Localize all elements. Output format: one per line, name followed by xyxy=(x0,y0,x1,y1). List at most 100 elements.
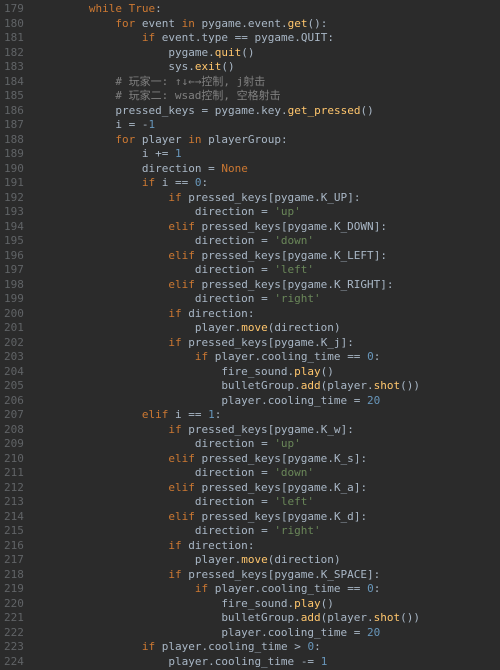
code-line[interactable]: fire_sound.play() xyxy=(36,365,420,380)
identifier: player xyxy=(195,321,235,334)
code-line[interactable]: elif pressed_keys[pygame.K_s]: xyxy=(36,452,420,467)
string-literal: 'left' xyxy=(274,495,314,508)
code-line[interactable]: direction = 'up' xyxy=(36,205,420,220)
identifier: pressed_keys xyxy=(115,104,194,117)
code-line[interactable]: if player.cooling_time == 0: xyxy=(36,350,420,365)
code-line[interactable]: direction = 'up' xyxy=(36,437,420,452)
code-line[interactable]: if player.cooling_time > 0: xyxy=(36,640,420,655)
number-literal: 20 xyxy=(367,394,380,407)
code-line[interactable]: bulletGroup.add(player.shot()) xyxy=(36,379,420,394)
code-line[interactable]: elif pressed_keys[pygame.K_d]: xyxy=(36,510,420,525)
code-line[interactable]: fire_sound.play() xyxy=(36,597,420,612)
line-number: 195 xyxy=(4,234,24,249)
identifier: event xyxy=(162,31,195,44)
operator: . xyxy=(241,17,248,30)
code-line[interactable]: direction = 'down' xyxy=(36,466,420,481)
code-line[interactable]: elif pressed_keys[pygame.K_RIGHT]: xyxy=(36,278,420,293)
number-literal: 1 xyxy=(148,118,155,131)
code-line[interactable]: player.cooling_time -= 1 xyxy=(36,655,420,670)
identifier: fire_sound xyxy=(221,365,287,378)
operator: : xyxy=(248,539,255,552)
code-line[interactable]: player.cooling_time = 20 xyxy=(36,394,420,409)
line-number: 213 xyxy=(4,495,24,510)
code-line[interactable]: elif pressed_keys[pygame.K_a]: xyxy=(36,481,420,496)
line-number: 192 xyxy=(4,191,24,206)
code-line[interactable]: # 玩家二: wsad控制, 空格射击 xyxy=(36,89,420,104)
code-line[interactable]: pressed_keys = pygame.key.get_pressed() xyxy=(36,104,420,119)
code-line[interactable]: sys.exit() xyxy=(36,60,420,75)
code-line[interactable]: if player.cooling_time == 0: xyxy=(36,582,420,597)
identifier: K_RIGHT xyxy=(334,278,380,291)
identifier: event xyxy=(142,17,175,30)
line-number: 205 xyxy=(4,379,24,394)
code-line[interactable]: # 玩家一: ↑↓←→控制, j射击 xyxy=(36,75,420,90)
code-line[interactable]: direction = 'right' xyxy=(36,524,420,539)
code-line[interactable]: player.cooling_time = 20 xyxy=(36,626,420,641)
identifier: pygame xyxy=(288,249,328,262)
code-line[interactable]: i = -1 xyxy=(36,118,420,133)
line-number: 202 xyxy=(4,336,24,351)
operator: ( xyxy=(221,60,228,73)
code-line[interactable]: bulletGroup.add(player.shot()) xyxy=(36,611,420,626)
code-line[interactable]: if direction: xyxy=(36,539,420,554)
identifier: pressed_keys xyxy=(188,191,267,204)
operator: == xyxy=(235,31,248,44)
code-line[interactable]: for event in pygame.event.get(): xyxy=(36,17,420,32)
operator: ( xyxy=(241,46,248,59)
operator: . xyxy=(327,452,334,465)
code-line[interactable]: for player in playerGroup: xyxy=(36,133,420,148)
operator: = xyxy=(261,437,268,450)
identifier: direction xyxy=(195,437,255,450)
operator: [ xyxy=(281,510,288,523)
operator: -= xyxy=(301,655,314,668)
operator: . xyxy=(208,46,215,59)
function-call: add xyxy=(301,611,321,624)
identifier: pygame xyxy=(274,423,314,436)
identifier: cooling_time xyxy=(208,640,287,653)
function-call: quit xyxy=(215,46,242,59)
operator: == xyxy=(347,582,360,595)
operator: > xyxy=(294,640,301,653)
code-line[interactable]: direction = 'down' xyxy=(36,234,420,249)
code-line[interactable]: pygame.quit() xyxy=(36,46,420,61)
code-line[interactable]: direction = 'left' xyxy=(36,495,420,510)
code-line[interactable]: player.move(direction) xyxy=(36,321,420,336)
line-number: 215 xyxy=(4,524,24,539)
code-line[interactable]: if pressed_keys[pygame.K_SPACE]: xyxy=(36,568,420,583)
code-line[interactable]: direction = None xyxy=(36,162,420,177)
code-line[interactable]: if pressed_keys[pygame.K_w]: xyxy=(36,423,420,438)
function-call: get xyxy=(288,17,308,30)
identifier: i xyxy=(162,176,169,189)
code-line[interactable]: if i == 0: xyxy=(36,176,420,191)
code-area[interactable]: while True: for event in pygame.event.ge… xyxy=(32,0,420,670)
operator: : xyxy=(387,278,394,291)
operator: : xyxy=(248,307,255,320)
identifier: pygame xyxy=(215,104,255,117)
code-line[interactable]: if event.type == pygame.QUIT: xyxy=(36,31,420,46)
code-line[interactable]: direction = 'left' xyxy=(36,263,420,278)
identifier: K_s xyxy=(334,452,354,465)
identifier: direction xyxy=(188,307,248,320)
operator: : xyxy=(155,2,162,15)
keyword: if xyxy=(168,423,181,436)
operator: . xyxy=(294,31,301,44)
line-number: 203 xyxy=(4,350,24,365)
identifier: pygame xyxy=(201,17,241,30)
code-line[interactable]: i += 1 xyxy=(36,147,420,162)
code-line[interactable]: direction = 'right' xyxy=(36,292,420,307)
code-line[interactable]: while True: xyxy=(36,2,420,17)
code-line[interactable]: player.move(direction) xyxy=(36,553,420,568)
code-line[interactable]: if direction: xyxy=(36,307,420,322)
code-line[interactable]: elif i == 1: xyxy=(36,408,420,423)
line-number: 207 xyxy=(4,408,24,423)
code-line[interactable]: elif pressed_keys[pygame.K_LEFT]: xyxy=(36,249,420,264)
code-editor[interactable]: 1791801811821831841851861871881891901911… xyxy=(0,0,500,670)
code-line[interactable]: if pressed_keys[pygame.K_j]: xyxy=(36,336,420,351)
code-line[interactable]: elif pressed_keys[pygame.K_DOWN]: xyxy=(36,220,420,235)
identifier: fire_sound xyxy=(221,597,287,610)
identifier: pressed_keys xyxy=(201,452,280,465)
code-line[interactable]: if pressed_keys[pygame.K_UP]: xyxy=(36,191,420,206)
operator: : xyxy=(374,568,381,581)
string-literal: 'right' xyxy=(274,292,320,305)
keyword: elif xyxy=(168,278,195,291)
